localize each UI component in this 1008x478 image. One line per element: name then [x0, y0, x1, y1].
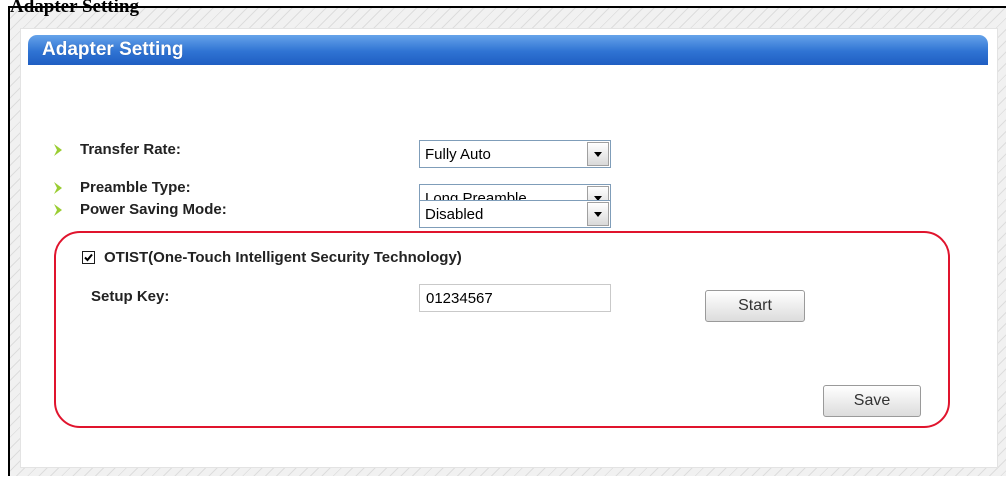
transfer-rate-label: Transfer Rate:	[80, 141, 181, 158]
panel-title: Adapter Setting	[28, 35, 988, 65]
save-button[interactable]: Save	[823, 385, 921, 417]
green-chevron-icon	[54, 144, 62, 156]
power-saving-mode-label: Power Saving Mode:	[80, 201, 227, 218]
power-saving-mode-value: Disabled	[425, 206, 484, 223]
transfer-rate-select[interactable]: Fully Auto	[419, 140, 611, 168]
otist-checkbox-label: OTIST(One-Touch Intelligent Security Tec…	[104, 249, 462, 266]
power-saving-mode-select[interactable]: Disabled	[419, 200, 611, 228]
chevron-down-icon[interactable]	[587, 202, 609, 226]
otist-checkbox[interactable]	[82, 251, 95, 264]
page-heading-partial: Adapter Setting	[10, 0, 139, 17]
setup-key-input[interactable]	[419, 284, 611, 312]
preamble-type-label: Preamble Type:	[80, 179, 191, 196]
checkmark-icon	[84, 253, 93, 262]
chevron-down-icon[interactable]	[587, 142, 609, 166]
start-button[interactable]: Start	[705, 290, 805, 322]
green-chevron-icon	[54, 182, 62, 194]
transfer-rate-value: Fully Auto	[425, 146, 491, 163]
green-chevron-icon	[54, 204, 62, 216]
setup-key-label: Setup Key:	[91, 288, 170, 305]
